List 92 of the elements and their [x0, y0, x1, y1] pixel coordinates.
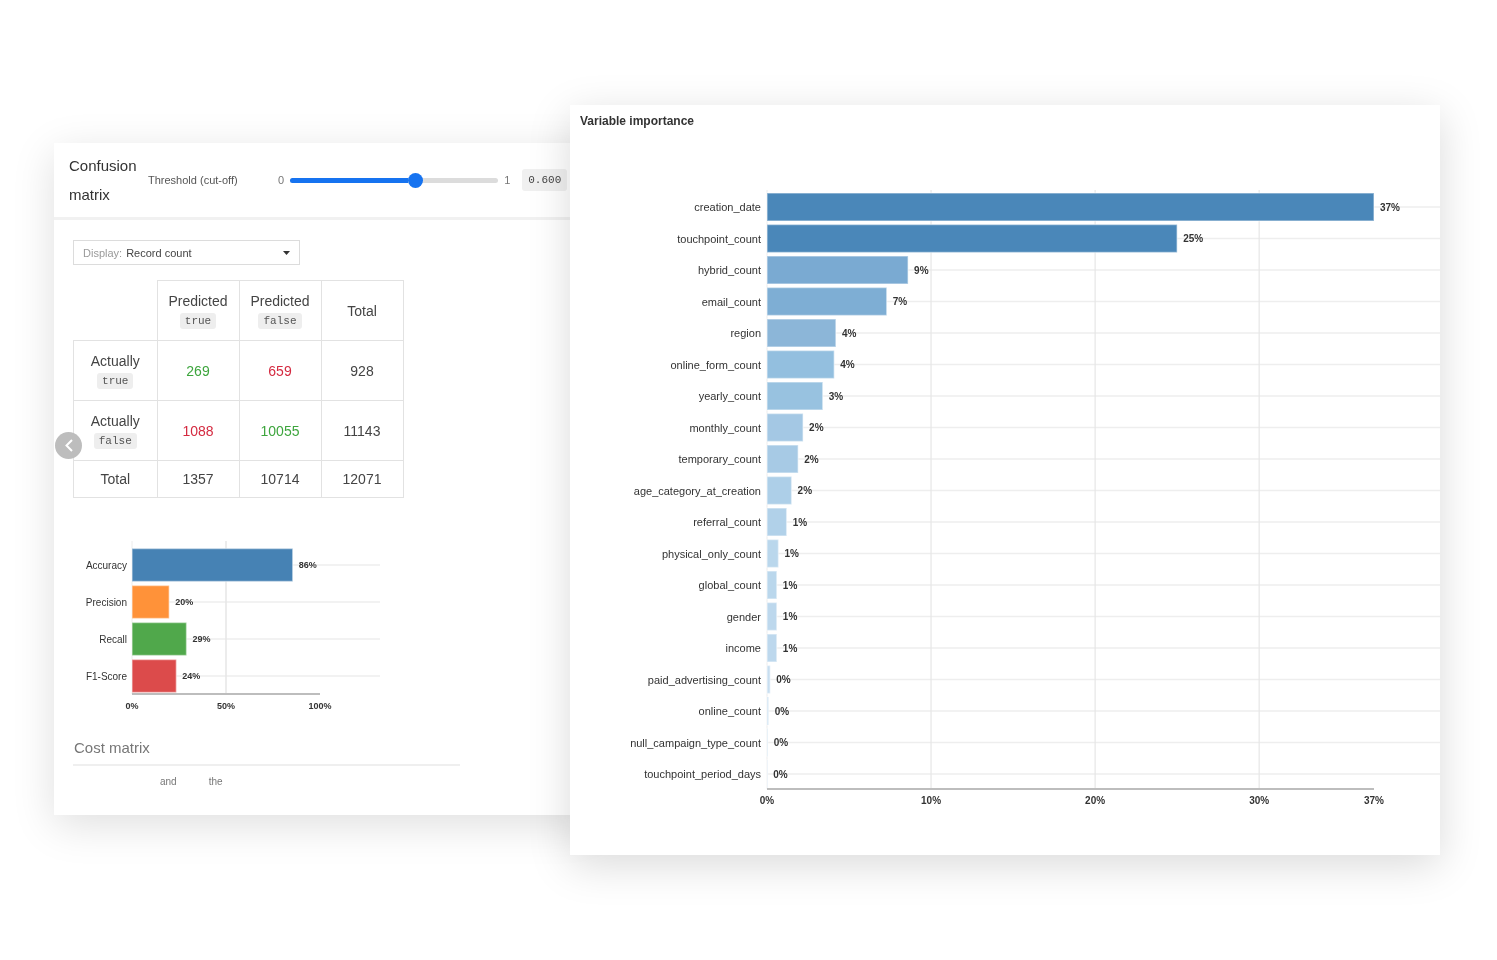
bar [766, 601, 778, 632]
value-label: 1% [782, 579, 798, 591]
category-label: online_count [698, 705, 761, 717]
bar [766, 444, 799, 474]
value-label: 24% [182, 671, 201, 681]
value-label: 20% [175, 597, 194, 607]
tick-label: 37% [1364, 795, 1384, 806]
row-label: Actually [89, 352, 141, 370]
value-label: 7% [892, 296, 908, 307]
value-label: 9% [914, 264, 929, 276]
category-label: monthly_count [689, 421, 761, 434]
category-label: temporary_count [678, 453, 761, 465]
display-select[interactable]: Display: Record count [73, 240, 300, 265]
value-label: 0% [776, 674, 791, 685]
category-label: region [730, 327, 761, 339]
tick-label: 30% [1249, 795, 1270, 806]
value-label: 4% [841, 327, 857, 339]
code-label: true [97, 373, 134, 389]
tick-label: 0% [759, 795, 775, 806]
row-label: Actually [89, 412, 141, 430]
threshold-value-field[interactable]: 0.600 [522, 169, 568, 191]
bar [766, 570, 778, 600]
value-label: 86% [298, 560, 317, 570]
value-label: 1% [784, 548, 799, 559]
column-label: and [160, 776, 177, 787]
column-label: Total [346, 301, 378, 320]
slider-thumb[interactable] [407, 172, 423, 188]
category-label: yearly_count [698, 390, 761, 402]
category-label: touchpoint_period_days [644, 768, 761, 780]
value-label: 2% [809, 422, 824, 433]
category-label: Recall [99, 633, 127, 645]
range-max-label: 1 [504, 174, 511, 186]
section-title: Cost matrix [74, 739, 150, 756]
range-min-label: 0 [278, 174, 285, 186]
category-label: hybrid_count [698, 264, 761, 276]
tick-label: 50% [217, 701, 235, 711]
category-label: email_count [701, 295, 761, 308]
table-cell: 10055 [239, 400, 321, 461]
column-label: the [208, 776, 223, 787]
table-cell: 11143 [321, 400, 403, 461]
category-label: age_category_at_creation [633, 484, 761, 497]
tick-label: 0% [125, 701, 139, 711]
threshold-label: Threshold (cut-off) [148, 174, 239, 186]
column-label: Predicted [167, 292, 229, 310]
value-label: 0% [773, 737, 789, 748]
panel-title: Confusion matrix [69, 156, 138, 205]
category-label: Accuracy [85, 559, 127, 571]
chevron-left-icon [64, 439, 73, 452]
category-label: online_form_count [670, 358, 761, 371]
value-label: 3% [828, 390, 844, 402]
table-cell: 928 [321, 340, 403, 401]
value-label: 29% [192, 634, 211, 644]
tick-label: 10% [921, 795, 942, 806]
value-label: 37% [1380, 201, 1400, 213]
value-label: 1% [782, 642, 798, 654]
bar [131, 658, 178, 694]
table-cell: 269 [157, 340, 239, 401]
category-label: gender [726, 610, 761, 623]
bar [766, 349, 835, 380]
category-label: Precision [85, 596, 127, 608]
category-label: income [725, 642, 761, 654]
table-cell: 10714 [239, 460, 321, 498]
tick-label: 100% [308, 701, 332, 711]
value-label: 1% [792, 516, 808, 528]
code-label: false [93, 433, 137, 449]
panel-title: Variable importance [579, 113, 696, 128]
value-label: 2% [804, 453, 819, 465]
value-label: 0% [774, 705, 790, 717]
value-label: 25% [1183, 233, 1204, 244]
category-label: global_count [698, 579, 761, 591]
column-label: Predicted [249, 292, 311, 310]
category-label: physical_only_count [661, 547, 761, 560]
code-label: true [179, 313, 217, 329]
value-label: 0% [773, 768, 788, 780]
code-label: false [258, 313, 302, 329]
category-label: null_campaign_type_count [630, 736, 761, 749]
caret-icon [283, 250, 290, 255]
category-label: creation_date [694, 201, 761, 213]
table-cell: 1088 [157, 400, 239, 461]
tick-label: 20% [1085, 795, 1106, 806]
bar [766, 475, 793, 506]
category-label: touchpoint_count [677, 232, 761, 245]
value-label: 1% [782, 611, 798, 622]
table-cell: 12071 [321, 460, 403, 498]
table-cell: 1357 [157, 460, 239, 498]
category-label: paid_advertising_count [647, 673, 761, 686]
category-label: F1-Score [85, 670, 127, 682]
table-cell: 659 [239, 340, 321, 401]
value-label: 4% [840, 359, 855, 370]
value-label: 2% [797, 485, 813, 496]
row-label: Total [99, 470, 132, 488]
category-label: referral_count [693, 516, 761, 528]
